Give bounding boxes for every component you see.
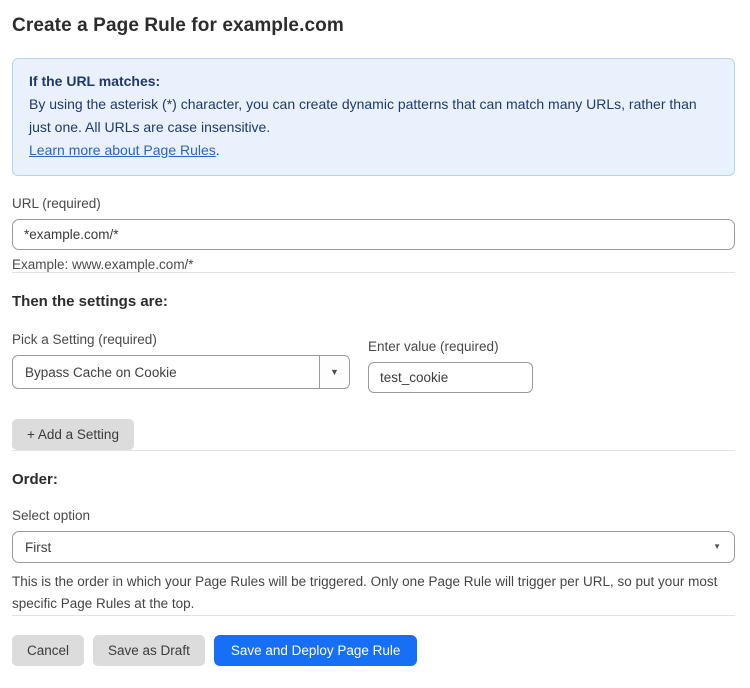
url-match-info-box: If the URL matches: By using the asteris… xyxy=(12,58,735,176)
link-period: . xyxy=(216,142,220,158)
footer-actions: Cancel Save as Draft Save and Deploy Pag… xyxy=(12,635,735,666)
settings-section-heading: Then the settings are: xyxy=(12,293,735,310)
divider xyxy=(12,615,735,616)
setting-select-value: Bypass Cache on Cookie xyxy=(13,356,319,388)
cancel-button[interactable]: Cancel xyxy=(12,635,84,666)
divider xyxy=(12,450,735,451)
caret-down-icon: ▼ xyxy=(330,368,339,377)
url-label: URL (required) xyxy=(12,196,735,211)
pick-setting-label: Pick a Setting (required) xyxy=(12,332,350,347)
url-input[interactable] xyxy=(12,219,735,250)
info-box-heading: If the URL matches: xyxy=(29,70,718,93)
order-select-label: Select option xyxy=(12,508,735,523)
setting-select[interactable]: Bypass Cache on Cookie ▼ xyxy=(12,355,350,389)
info-box-link-line: Learn more about Page Rules. xyxy=(29,139,718,162)
page-title: Create a Page Rule for example.com xyxy=(12,15,735,37)
learn-more-page-rules-link[interactable]: Learn more about Page Rules xyxy=(29,142,216,158)
create-page-rule-form: Create a Page Rule for example.com If th… xyxy=(0,0,750,666)
save-as-draft-button[interactable]: Save as Draft xyxy=(93,635,205,666)
setting-row: Pick a Setting (required) Bypass Cache o… xyxy=(12,332,735,393)
enter-value-label: Enter value (required) xyxy=(368,339,533,354)
order-select[interactable]: First ▼ xyxy=(12,531,735,563)
add-setting-button[interactable]: + Add a Setting xyxy=(12,419,134,450)
order-helper-text: This is the order in which your Page Rul… xyxy=(12,571,735,615)
save-and-deploy-button[interactable]: Save and Deploy Page Rule xyxy=(214,635,418,666)
setting-select-caret-button[interactable]: ▼ xyxy=(319,356,349,388)
divider xyxy=(12,272,735,273)
url-example-helper: Example: www.example.com/* xyxy=(12,257,735,272)
caret-down-icon: ▼ xyxy=(713,543,721,551)
setting-value-column: Enter value (required) xyxy=(368,339,533,393)
order-select-value: First xyxy=(25,540,51,555)
setting-value-input[interactable] xyxy=(368,362,533,393)
info-box-body: By using the asterisk (*) character, you… xyxy=(29,93,718,139)
order-section-heading: Order: xyxy=(12,471,735,488)
setting-picker-column: Pick a Setting (required) Bypass Cache o… xyxy=(12,332,350,389)
